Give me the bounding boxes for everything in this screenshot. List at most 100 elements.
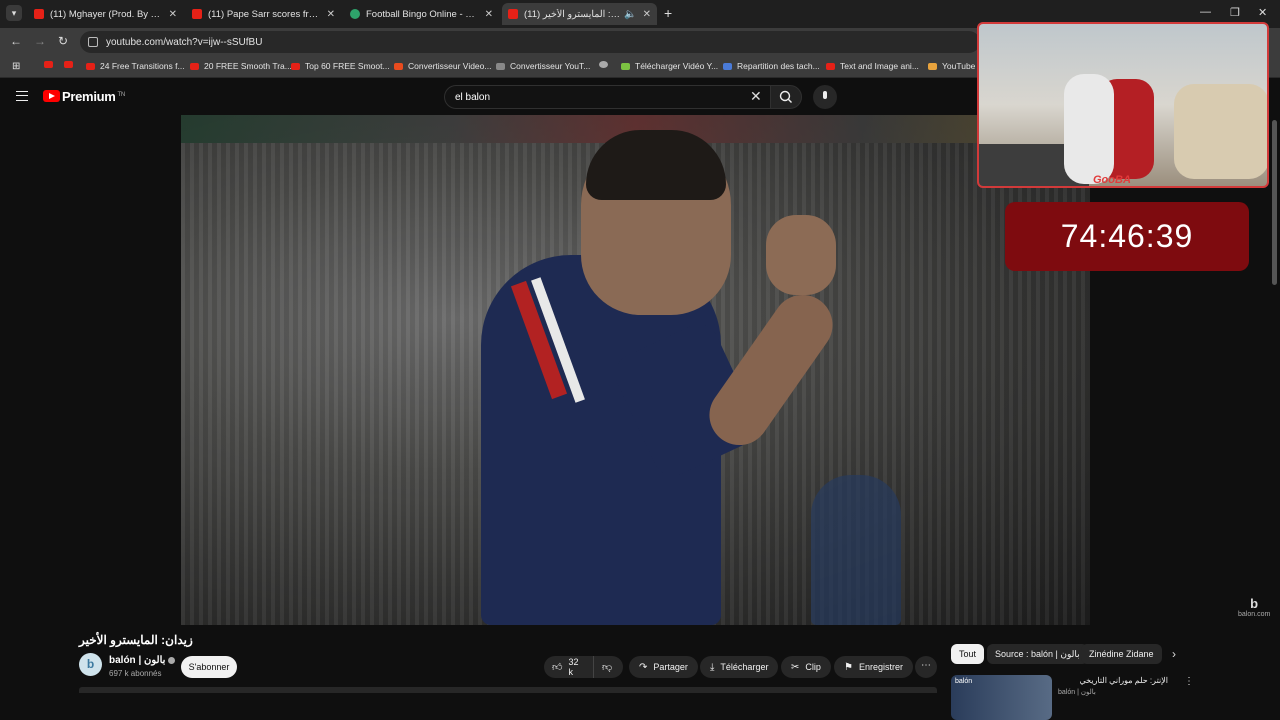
video-watermark: b balon.com [1238, 596, 1271, 618]
download-icon: ⤓ [710, 661, 715, 673]
youtube-icon [291, 62, 300, 70]
video-player-fist [766, 215, 836, 295]
browser-tab[interactable]: (11) Pape Sarr scores from HAL ✕ [186, 3, 341, 25]
page-scrollbar[interactable] [1272, 120, 1277, 285]
thumb-down-icon: 👎︎ [602, 662, 613, 673]
chip-source[interactable]: Source : balón | بالون [987, 644, 1088, 664]
channel-name[interactable]: balón | بالون [109, 655, 176, 666]
tab-title: (11) Pape Sarr scores from HAL [208, 8, 323, 20]
video-player[interactable] [181, 115, 1090, 625]
recommended-title[interactable]: الإنتر: حلم موراني التاريخي [1058, 676, 1168, 685]
chevron-right-icon[interactable]: › [1172, 647, 1176, 661]
recommended-channel: balón | بالون [1058, 689, 1096, 696]
tab-title: (11) زيدان: المايسترو الأخير - [524, 8, 621, 20]
reload-icon[interactable]: ↻ [58, 34, 68, 48]
bookmark[interactable]: Repartition des tach... [723, 61, 820, 71]
close-tab-icon[interactable]: ✕ [643, 9, 651, 20]
url-text: youtube.com/watch?v=ijw--sSUfBU [106, 36, 263, 48]
video-info-panel: زيدان: المايسترو الأخير b balón | بالون … [0, 625, 1280, 720]
youtube-icon [86, 62, 95, 70]
download-icon [621, 62, 630, 70]
dislike-button[interactable]: 👎︎ [593, 656, 623, 678]
converter-icon [394, 62, 403, 70]
close-window-icon[interactable]: ✕ [1258, 6, 1267, 19]
save-button[interactable]: ⚑ Enregistrer [834, 656, 913, 678]
search-input[interactable]: el balon [444, 85, 770, 109]
more-vert-icon[interactable]: ⋮ [1184, 676, 1194, 687]
youtube-icon [64, 61, 73, 68]
bookmark[interactable] [44, 61, 58, 68]
chip-all[interactable]: Tout [951, 644, 985, 664]
maximize-icon[interactable]: ❐ [1230, 6, 1240, 19]
converter-icon [496, 62, 505, 70]
subscribe-button[interactable]: S'abonner [181, 656, 237, 678]
close-tab-icon[interactable]: ✕ [327, 9, 335, 20]
webcam-streamer [1064, 74, 1114, 184]
back-icon[interactable]: ← [10, 34, 22, 48]
minimize-icon[interactable]: — [1200, 6, 1211, 18]
clear-search-icon[interactable]: ✕ [750, 88, 762, 105]
tab-title: Football Bingo Online - Play N [366, 8, 481, 20]
address-bar[interactable]: youtube.com/watch?v=ijw--sSUfBU [80, 31, 980, 53]
youtube-premium-logo[interactable]: Premium TN [62, 89, 125, 104]
forward-icon[interactable]: → [34, 34, 46, 48]
channel-avatar[interactable]: b [79, 653, 102, 676]
recommended-thumbnail[interactable]: balón [951, 675, 1052, 720]
bookmark[interactable]: Convertisseur YouT... [496, 61, 590, 71]
close-tab-icon[interactable]: ✕ [169, 9, 177, 20]
stream-timer: 74:46:39 [1005, 202, 1249, 271]
youtube-icon [34, 9, 44, 19]
bookmark[interactable]: Télécharger Vidéo Y... [621, 61, 718, 71]
star-icon [928, 62, 937, 70]
bookmark[interactable] [599, 61, 613, 68]
bookmark[interactable]: 20 FREE Smooth Tra... [190, 61, 292, 71]
bookmark-icon: ⚑ [844, 661, 853, 673]
webcam-overlay: GooBA [977, 22, 1269, 188]
video-player-hair [586, 130, 726, 200]
tab-title: (11) Mghayer (Prod. By Ysos) # [50, 8, 165, 20]
browser-tab-active[interactable]: (11) زيدان: المايسترو الأخير - 🔈 ✕ [502, 3, 657, 25]
like-button[interactable]: 👍︎ 32 k [544, 656, 593, 678]
bookmark[interactable]: YouTube [928, 61, 975, 71]
video-background-player [811, 475, 901, 625]
youtube-icon [192, 9, 202, 19]
thumb-up-icon: 👍︎ [552, 662, 563, 673]
doc-icon [723, 62, 732, 70]
voice-search-button[interactable] [813, 85, 837, 109]
bookmark[interactable] [64, 61, 78, 68]
bookmark[interactable]: Convertisseur Video... [394, 61, 491, 71]
tab-search-icon[interactable]: ▾ [6, 5, 22, 21]
speaker-icon[interactable]: 🔈 [624, 9, 636, 20]
video-title: زيدان: المايسترو الأخير [79, 633, 193, 647]
youtube-icon [190, 62, 199, 70]
new-tab-icon[interactable]: + [664, 5, 672, 21]
globe-icon [350, 9, 360, 19]
webcam-logo: GooBA [1093, 174, 1131, 186]
menu-icon[interactable] [16, 91, 28, 101]
chip-zidane[interactable]: Zinédine Zidane [1081, 644, 1162, 664]
subscriber-count: 697 k abonnés [109, 669, 162, 678]
bookmark[interactable]: 24 Free Transitions f... [86, 61, 185, 71]
globe-icon [599, 61, 608, 68]
share-button[interactable]: ↷ Partager [629, 656, 698, 678]
search-icon [779, 90, 792, 103]
webcam-sofa [1174, 84, 1267, 179]
youtube-icon [508, 9, 518, 19]
apps-grid-icon[interactable]: ⊞ [12, 61, 20, 72]
search-button[interactable] [770, 85, 802, 109]
description-box[interactable] [79, 687, 937, 693]
download-button[interactable]: ⤓ Télécharger [700, 656, 779, 678]
browser-tab[interactable]: (11) Mghayer (Prod. By Ysos) # ✕ [28, 3, 183, 25]
bookmark[interactable]: Text and Image ani... [826, 61, 919, 71]
youtube-logo-icon[interactable] [43, 90, 60, 102]
clip-button[interactable]: ✂ Clip [781, 656, 831, 678]
site-info-icon[interactable] [88, 37, 98, 47]
share-icon: ↷ [639, 661, 648, 673]
more-actions-icon[interactable]: ⋯ [915, 656, 937, 678]
verified-icon [168, 657, 176, 664]
browser-tab[interactable]: Football Bingo Online - Play N ✕ [344, 3, 499, 25]
scissors-icon: ✂ [791, 661, 800, 673]
close-tab-icon[interactable]: ✕ [485, 9, 493, 20]
bookmark[interactable]: Top 60 FREE Smoot... [291, 61, 390, 71]
youtube-icon [44, 61, 53, 68]
